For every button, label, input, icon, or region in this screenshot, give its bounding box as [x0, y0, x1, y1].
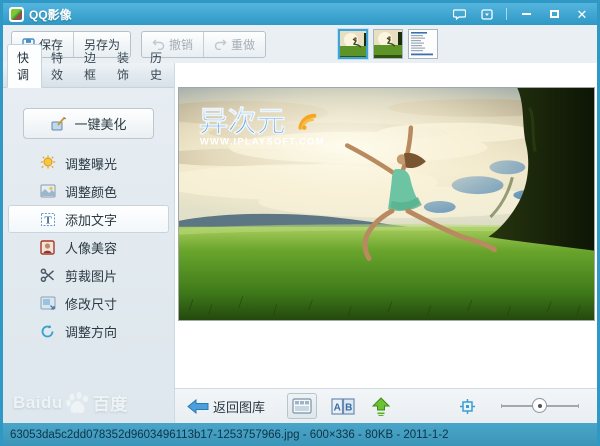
- bottom-toolbar: 返回图库 AB: [175, 388, 597, 423]
- tab-effects[interactable]: 特效: [42, 45, 75, 87]
- upload-button[interactable]: [371, 396, 391, 416]
- resize-icon: [39, 295, 56, 312]
- left-sidebar: 快调 特效 边框 装饰 历史 一键美化 调整曝光 调整颜色 T 添加文字 人像美…: [3, 44, 174, 423]
- menu-label: 调整方向: [65, 324, 118, 340]
- menu-label: 人像美容: [65, 240, 118, 256]
- svg-text:异次元: 异次元: [199, 107, 286, 139]
- menu-item-rotate[interactable]: 调整方向: [8, 317, 169, 345]
- menu-item-add-text[interactable]: T 添加文字: [8, 205, 169, 233]
- thumbnail-photo[interactable]: [373, 29, 403, 59]
- thumbnail-view-icon: [292, 398, 312, 414]
- feedback-chat-icon[interactable]: [450, 7, 468, 21]
- maximize-button[interactable]: [545, 7, 563, 21]
- tab-history[interactable]: 历史: [141, 45, 174, 87]
- baidu-watermark-cn: 百度: [92, 395, 128, 414]
- menu-label: 调整曝光: [65, 156, 118, 172]
- menu-label: 修改尺寸: [65, 296, 118, 312]
- tool-menu: 调整曝光 调整颜色 T 添加文字 人像美容 剪裁图片 修改尺寸 调整方向: [3, 149, 174, 345]
- status-bar: 63053da5c2dd078352d9603496113b17-1253757…: [3, 423, 597, 446]
- svg-text:T: T: [44, 214, 52, 226]
- portrait-beauty-icon: [39, 239, 56, 256]
- zoom-slider[interactable]: [501, 398, 579, 414]
- side-panel: 一键美化 调整曝光 调整颜色 T 添加文字 人像美容 剪裁图片 修改尺寸 调整方…: [3, 88, 174, 423]
- menu-label: 调整颜色: [65, 184, 118, 200]
- svg-text:A: A: [334, 402, 341, 413]
- title-bar: QQ影像 ✕: [3, 3, 597, 25]
- photo-canvas: 异次元 WWW.IPLAYSOFT.COM: [175, 63, 597, 388]
- tab-quick-adjust[interactable]: 快调: [7, 44, 42, 88]
- rotate-icon: [39, 323, 56, 340]
- redo-label: 重做: [231, 37, 256, 52]
- thumbnail-photo-selected[interactable]: [338, 29, 368, 59]
- minimize-icon: [521, 13, 531, 15]
- close-icon: ✕: [576, 6, 588, 22]
- tool-tabs: 快调 特效 边框 装饰 历史: [3, 44, 174, 88]
- magic-wand-icon: [50, 115, 67, 132]
- redo-button[interactable]: 重做: [203, 31, 265, 57]
- thumbnail-strip: [338, 29, 438, 59]
- tab-decorate[interactable]: 装饰: [108, 45, 141, 87]
- exposure-bulb-icon: [39, 155, 56, 172]
- fit-to-screen-button[interactable]: [460, 398, 475, 414]
- menu-item-crop[interactable]: 剪裁图片: [8, 261, 169, 289]
- menu-item-portrait[interactable]: 人像美容: [8, 233, 169, 261]
- menu-label: 剪裁图片: [65, 268, 118, 284]
- main-area: 异次元 WWW.IPLAYSOFT.COM 返回图库 A B: [174, 63, 597, 423]
- fit-to-screen-icon: [460, 398, 475, 414]
- back-to-gallery-button[interactable]: 返回图库: [187, 397, 265, 416]
- maximize-icon: [549, 10, 559, 18]
- back-to-gallery-label: 返回图库: [213, 399, 266, 415]
- minimize-button[interactable]: [517, 7, 535, 21]
- back-arrow-icon: [187, 398, 209, 414]
- window-title: QQ影像: [29, 7, 72, 22]
- one-click-beautify-button[interactable]: 一键美化: [23, 108, 154, 139]
- status-file-info: 63053da5c2dd078352d9603496113b17-1253757…: [10, 428, 449, 441]
- svg-text:B: B: [345, 402, 352, 413]
- color-adjust-icon: [39, 183, 56, 200]
- one-click-beautify-label: 一键美化: [74, 117, 127, 132]
- menu-item-resize[interactable]: 修改尺寸: [8, 289, 169, 317]
- compare-ab-button[interactable]: AB: [331, 397, 355, 415]
- skin-menu-icon[interactable]: [478, 7, 496, 21]
- photo-jumping-woman[interactable]: 异次元 WWW.IPLAYSOFT.COM: [178, 87, 595, 321]
- zoom-slider-handle[interactable]: [532, 398, 547, 413]
- redo-icon: [214, 38, 227, 50]
- titlebar-separator: [506, 8, 507, 20]
- menu-item-exposure[interactable]: 调整曝光: [8, 149, 169, 177]
- tab-borders[interactable]: 边框: [75, 45, 108, 87]
- close-button[interactable]: ✕: [573, 7, 591, 21]
- app-window: QQ影像 ✕ 保存 另存为 撤销 重做 快调 特效 边框 装饰 历史 一键美化 …: [0, 0, 600, 446]
- baidu-watermark: Baidu 百度: [13, 390, 128, 415]
- svg-text:WWW.IPLAYSOFT.COM: WWW.IPLAYSOFT.COM: [200, 136, 325, 147]
- menu-item-color[interactable]: 调整颜色: [8, 177, 169, 205]
- compare-ab-icon: AB: [331, 397, 355, 415]
- thumbnail-view-button[interactable]: [287, 393, 318, 419]
- crop-scissors-icon: [39, 267, 56, 284]
- thumbnail-document[interactable]: [408, 29, 438, 59]
- baidu-watermark-text: Baidu: [13, 392, 63, 412]
- add-text-icon: T: [39, 211, 56, 228]
- upload-green-arrow-icon: [371, 396, 391, 416]
- menu-label: 添加文字: [65, 212, 118, 228]
- app-logo-icon: [9, 6, 24, 22]
- baidu-paw-icon: [65, 391, 88, 413]
